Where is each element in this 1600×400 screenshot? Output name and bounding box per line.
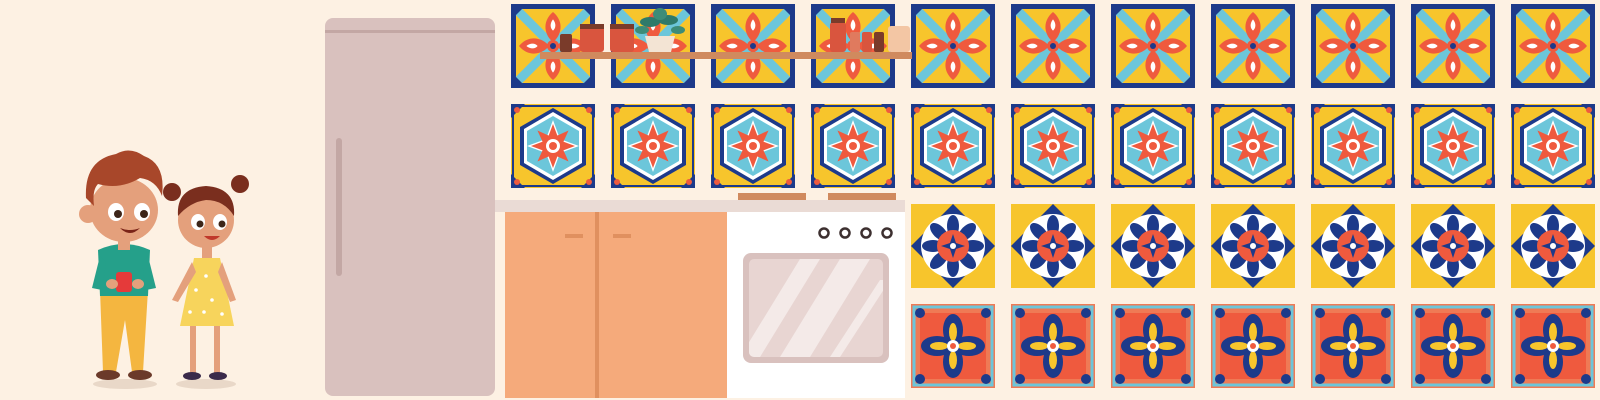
orange-blue-quatrefoil-tile [1409,302,1497,390]
yellow-hexagon-star-tile [1410,103,1496,189]
yellow-hexagon-star-tile [510,103,596,189]
orange-blue-quatrefoil-tile [1209,302,1297,390]
blue-yellow-cross-tile [1111,4,1195,88]
blue-flower-yellow-corner-tile [1111,204,1195,288]
yellow-hexagon-star-tile [710,103,796,189]
blue-yellow-cross-tile [911,4,995,88]
orange-blue-quatrefoil-tile [909,302,997,390]
blue-flower-yellow-corner-tile [1511,204,1595,288]
blue-yellow-cross-tile [1511,4,1595,88]
yellow-hexagon-star-tile [910,103,996,189]
blue-yellow-cross-tile [711,4,795,88]
oven [727,212,905,398]
orange-blue-quatrefoil-tile [1309,302,1397,390]
orange-blue-quatrefoil-tile [1009,302,1097,390]
yellow-hexagon-star-tile [810,103,896,189]
blue-flower-yellow-corner-tile [1311,204,1395,288]
yellow-hexagon-star-tile [1210,103,1296,189]
yellow-hexagon-star-tile [1010,103,1096,189]
kitchen-illustration [0,0,1600,400]
boy-character [79,150,163,389]
blue-yellow-cross-tile [1211,4,1295,88]
yellow-hexagon-star-tile [1510,103,1596,189]
oven-window [743,253,889,363]
yellow-hexagon-star-tile [1110,103,1196,189]
orange-blue-quatrefoil-tile [1109,302,1197,390]
yellow-hexagon-star-tile [610,103,696,189]
girl-character [163,175,249,389]
blue-yellow-cross-tile [1011,4,1095,88]
blue-yellow-cross-tile [1311,4,1395,88]
blue-flower-yellow-corner-tile [1211,204,1295,288]
refrigerator [325,18,495,396]
blue-flower-yellow-corner-tile [1411,204,1495,288]
orange-blue-quatrefoil-tile [1509,302,1597,390]
blue-flower-yellow-corner-tile [911,204,995,288]
blue-yellow-cross-tile [1411,4,1495,88]
blue-flower-yellow-corner-tile [1011,204,1095,288]
yellow-hexagon-star-tile [1310,103,1396,189]
